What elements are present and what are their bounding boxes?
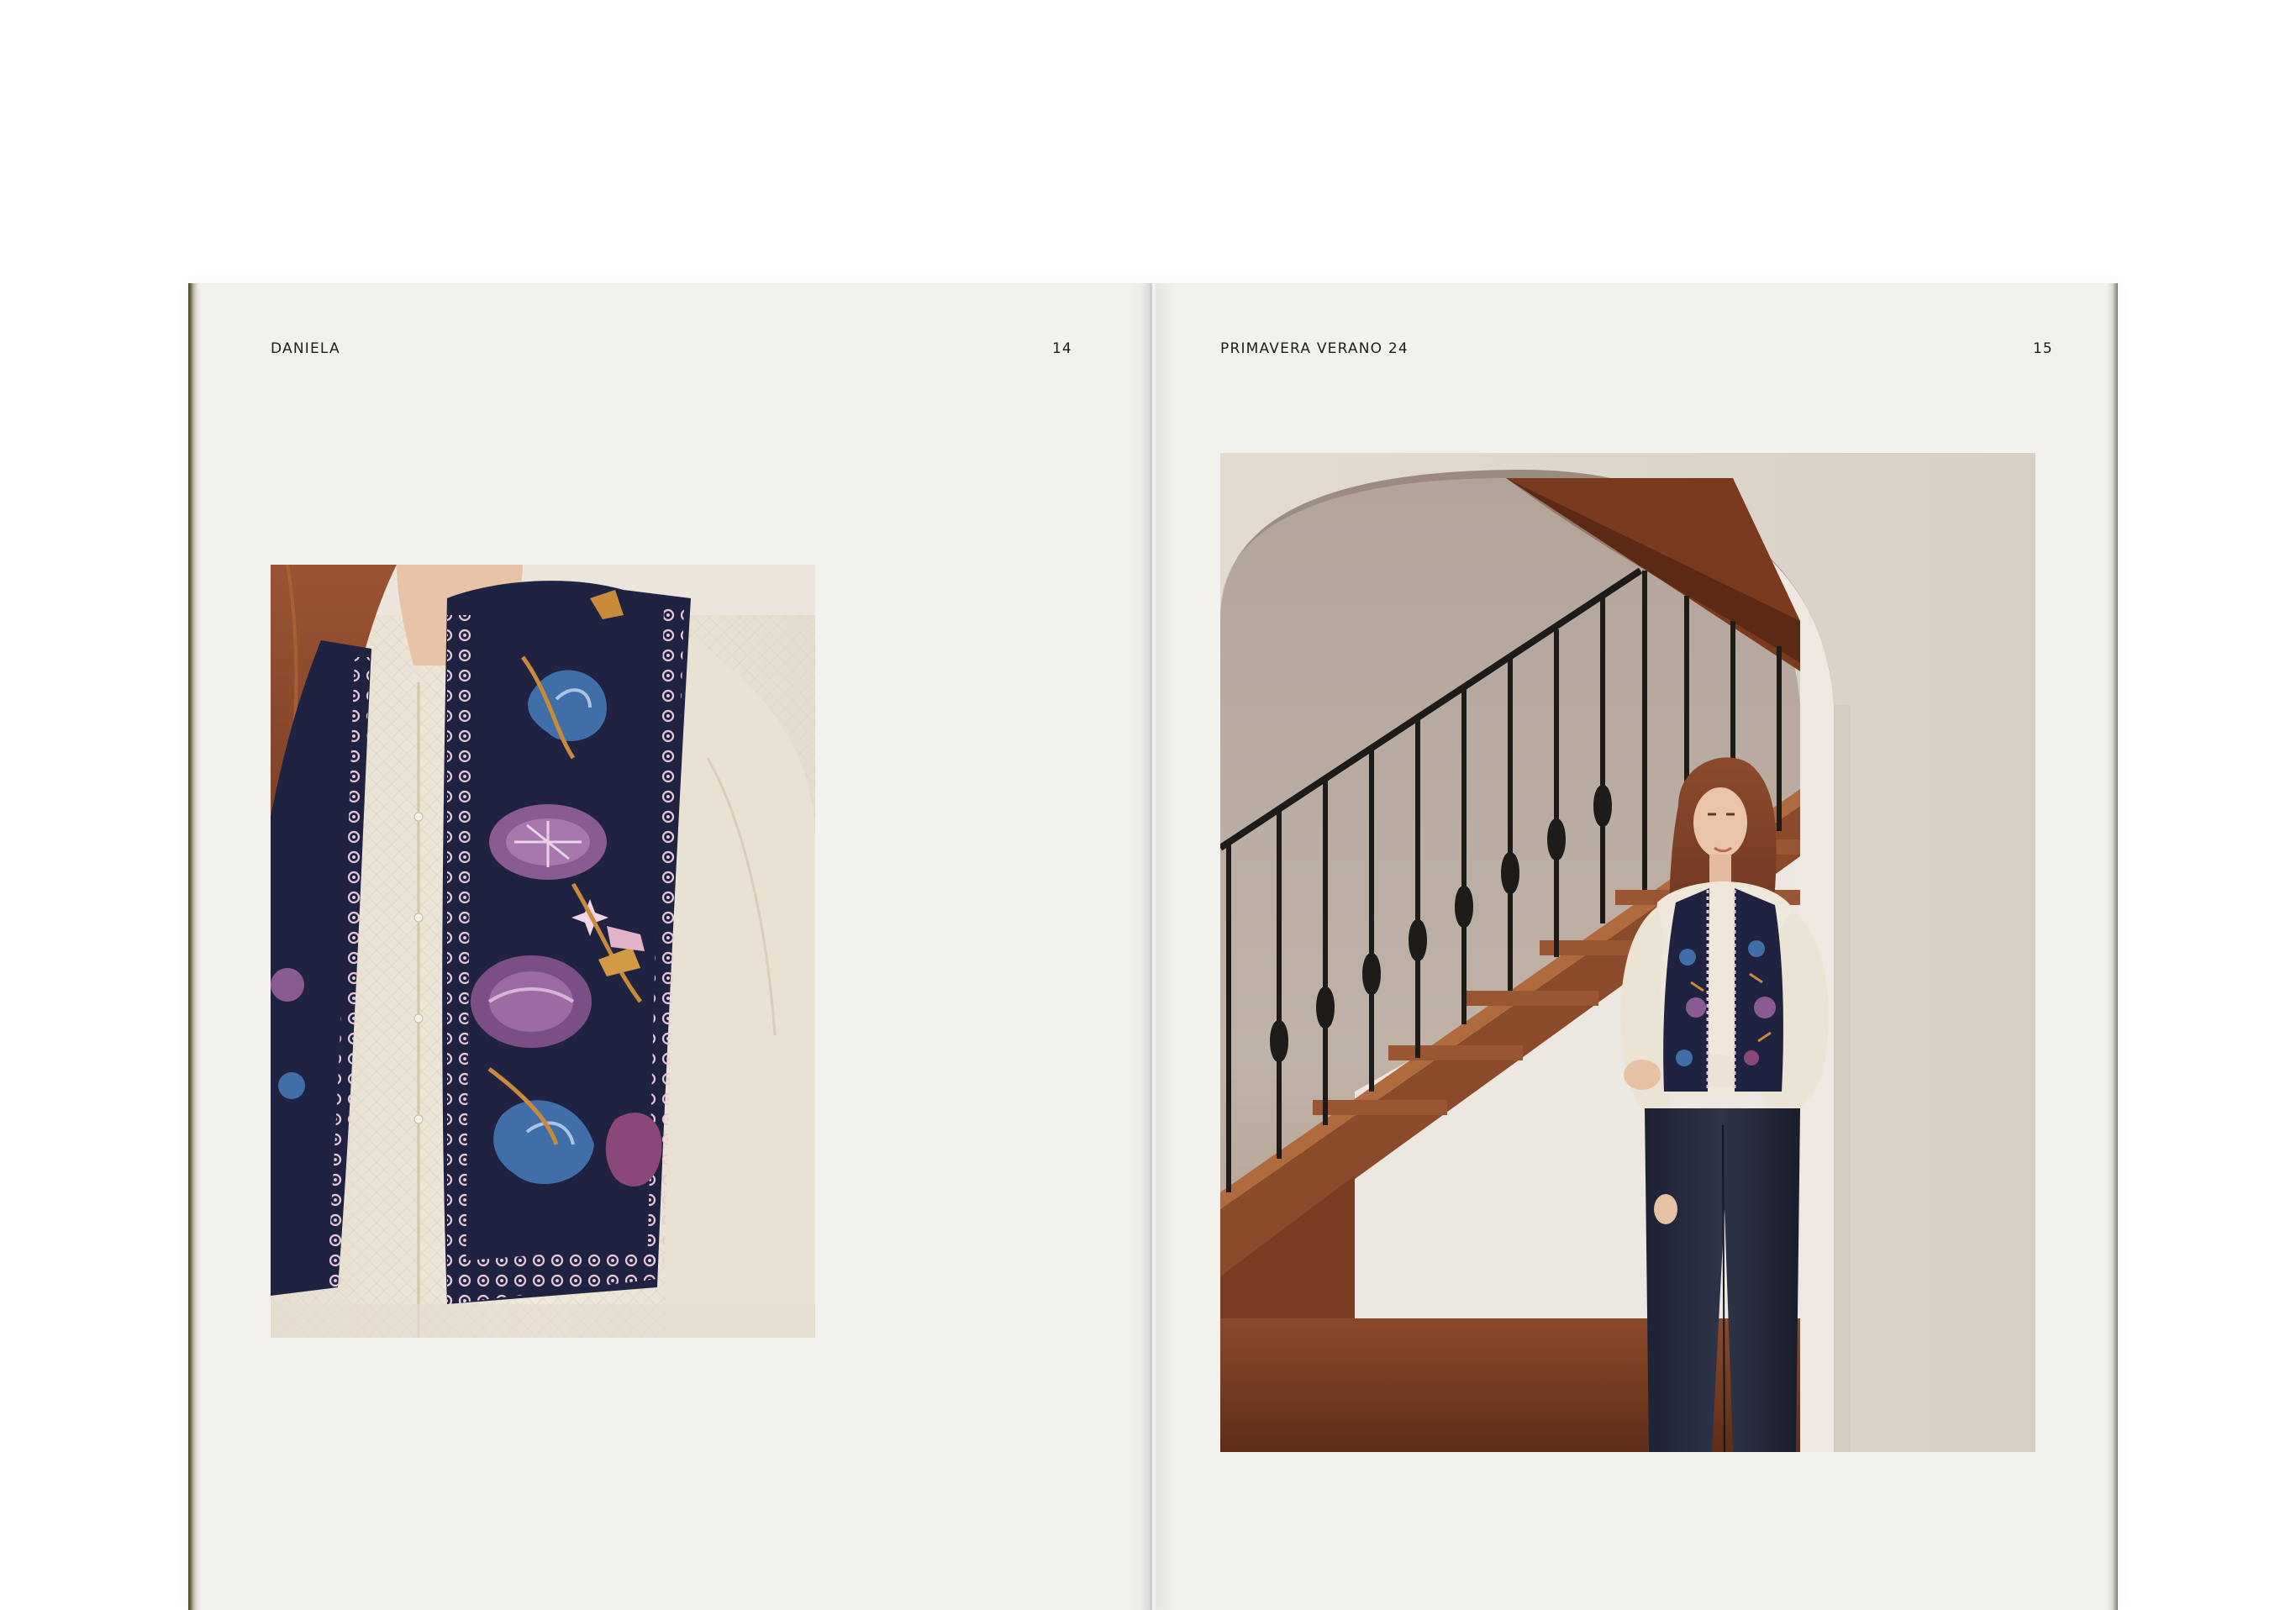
page-number-right: 15 [2033, 340, 2053, 357]
running-head-left: DANIELA [271, 340, 340, 357]
book-fore-edge-right [2106, 283, 2118, 1610]
vest-closeup-image [271, 565, 815, 1338]
page-right: PRIMAVERA VERANO 24 15 [1151, 283, 2106, 1610]
book-spread: DANIELA 14 PRIMAVERA VERANO 24 15 [188, 283, 2118, 1610]
model-in-archway-staircase-photo-icon [1220, 453, 2035, 1452]
page-left: DANIELA 14 [202, 283, 1151, 1610]
page-number-left: 14 [1052, 340, 1072, 357]
book-spine-edge-left [188, 283, 202, 1610]
model-portrait-image [1220, 453, 2035, 1452]
embroidered-vest-closeup-photo-icon [271, 565, 815, 1338]
running-head-right: PRIMAVERA VERANO 24 [1220, 340, 1409, 357]
